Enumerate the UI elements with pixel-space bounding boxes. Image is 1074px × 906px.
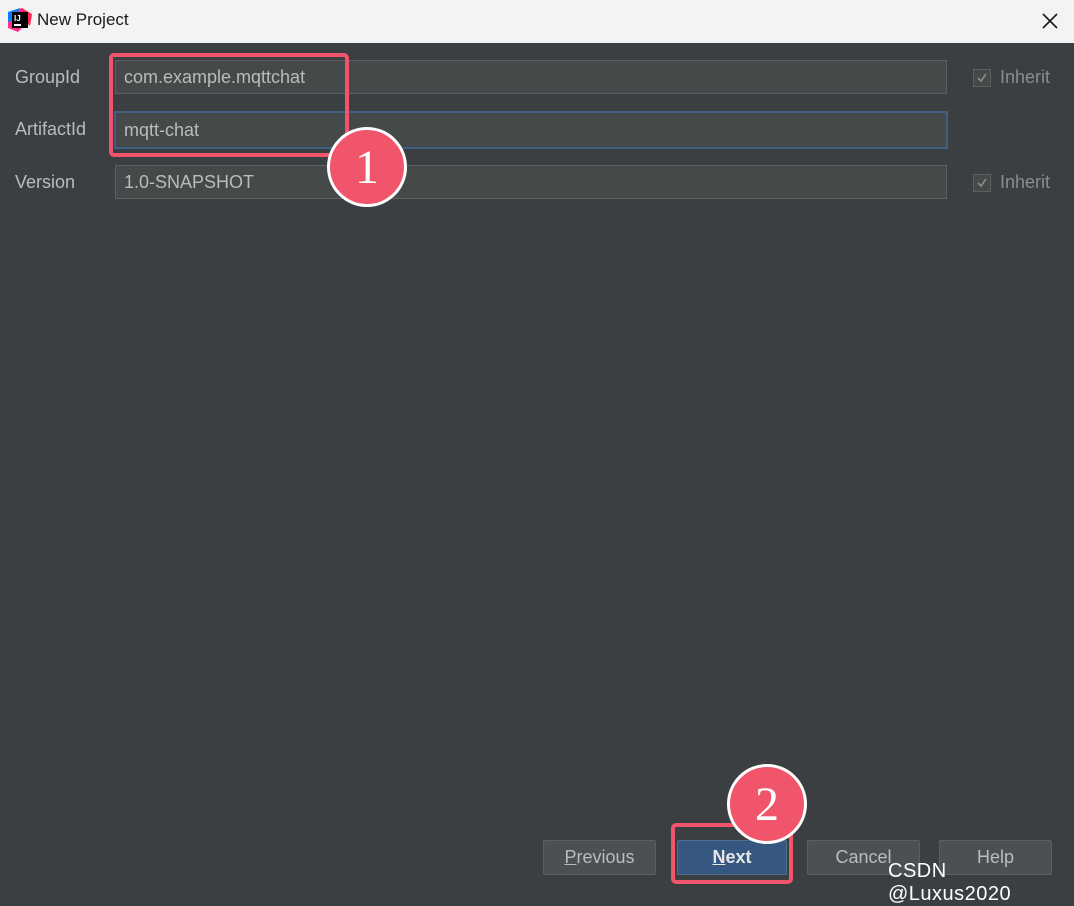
previous-button[interactable]: Previous [543,840,656,875]
previous-mnemonic: P [564,847,577,867]
annotation-step-2: 2 [727,764,807,844]
annotation-step-1: 1 [327,127,407,207]
svg-text:IJ: IJ [14,14,21,23]
checkmark-icon [977,73,987,82]
window-titlebar: IJ New Project [0,0,1074,43]
close-button[interactable] [1030,4,1070,38]
checkbox-box [973,173,991,192]
annotation-highlight-fields [109,53,349,157]
version-label: Version [15,172,76,192]
checkmark-icon [977,178,987,187]
previous-label: revious [576,847,635,867]
watermark: CSDN @Luxus2020 [888,860,1012,905]
intellij-idea-icon: IJ [8,8,32,32]
artifactid-label: ArtifactId [15,119,87,139]
checkbox-box [973,68,991,87]
version-input[interactable] [115,165,947,199]
version-inherit-checkbox[interactable]: Inherit [973,172,1050,193]
close-icon [1042,13,1058,29]
groupid-inherit-label: Inherit [1000,67,1051,87]
version-inherit-label: Inherit [1000,172,1051,192]
groupid-label: GroupId [15,67,81,87]
groupid-inherit-checkbox[interactable]: Inherit [973,67,1050,88]
window-title: New Project [37,10,129,29]
